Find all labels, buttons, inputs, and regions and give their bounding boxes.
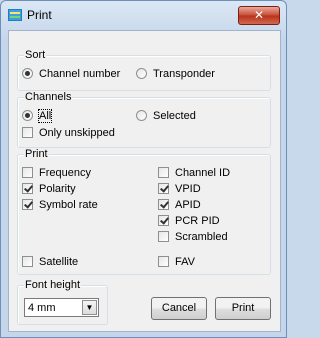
pcr-pid-label: PCR PID [175, 215, 220, 227]
sort-legend: Sort [24, 49, 47, 61]
frequency-label: Frequency [39, 167, 91, 179]
checkbox-indicator [158, 231, 169, 242]
title-bar[interactable]: Print ✕ [1, 1, 286, 29]
only-unskipped-label: Only unskipped [39, 127, 115, 139]
channel-id-label: Channel ID [175, 167, 231, 179]
checkbox-indicator [22, 199, 33, 210]
apid-label: APID [175, 199, 201, 211]
dialog-body: Sort Channel number Transponder Channels… [8, 30, 281, 332]
checkbox-indicator [22, 127, 33, 138]
close-button[interactable]: ✕ [238, 6, 280, 25]
vpid-label: VPID [175, 183, 201, 195]
print-button[interactable]: Print [215, 297, 271, 320]
font-height-legend: Font height [24, 279, 82, 291]
radio-indicator [136, 110, 147, 121]
fav-label: FAV [175, 256, 195, 268]
checkbox-indicator [22, 256, 33, 267]
scrambled-checkbox[interactable]: Scrambled [158, 231, 228, 244]
scrambled-label: Scrambled [175, 231, 228, 243]
checkbox-indicator [22, 167, 33, 178]
vpid-checkbox[interactable]: VPID [158, 183, 201, 196]
sort-group: Sort Channel number Transponder [17, 49, 271, 91]
radio-indicator [136, 68, 147, 79]
window-title: Print [27, 8, 52, 22]
checkbox-indicator [158, 215, 169, 226]
channels-selected-radio[interactable]: Selected [136, 110, 196, 123]
checkbox-indicator [22, 183, 33, 194]
chevron-down-icon[interactable]: ▼ [82, 300, 97, 315]
checkbox-indicator [158, 256, 169, 267]
symbol-rate-checkbox[interactable]: Symbol rate [22, 199, 98, 212]
radio-indicator [22, 110, 33, 121]
frequency-checkbox[interactable]: Frequency [22, 167, 91, 180]
checkbox-indicator [158, 167, 169, 178]
satellite-label: Satellite [39, 256, 79, 268]
channels-all-label: All [37, 109, 53, 123]
channel-id-checkbox[interactable]: Channel ID [158, 167, 230, 180]
channels-selected-label: Selected [153, 110, 196, 122]
sort-channel-number-label: Channel number [39, 68, 121, 80]
pcr-pid-checkbox[interactable]: PCR PID [158, 215, 220, 228]
print-legend: Print [24, 148, 49, 160]
polarity-label: Polarity [39, 183, 76, 195]
channels-group: Channels All Selected Only unskipped [17, 91, 271, 148]
sort-channel-number-radio[interactable]: Channel number [22, 68, 120, 81]
fav-checkbox[interactable]: FAV [158, 256, 195, 269]
print-dialog: Print ✕ Sort Channel number Transponder … [0, 0, 287, 338]
sort-transponder-radio[interactable]: Transponder [136, 68, 215, 81]
font-height-group: Font height 4 mm ▼ [17, 279, 108, 325]
satellite-checkbox[interactable]: Satellite [22, 256, 78, 269]
print-options-group: Print Frequency Polarity Symbol rate Sat… [17, 148, 271, 275]
font-height-select[interactable]: 4 mm ▼ [24, 298, 99, 317]
app-icon [8, 9, 22, 21]
sort-transponder-label: Transponder [153, 68, 215, 80]
cancel-button[interactable]: Cancel [151, 297, 207, 320]
checkbox-indicator [158, 183, 169, 194]
symbol-rate-label: Symbol rate [39, 199, 98, 211]
channels-all-radio[interactable]: All [22, 109, 53, 123]
apid-checkbox[interactable]: APID [158, 199, 201, 212]
font-height-value: 4 mm [28, 302, 56, 314]
only-unskipped-checkbox[interactable]: Only unskipped [22, 127, 115, 140]
polarity-checkbox[interactable]: Polarity [22, 183, 76, 196]
radio-indicator [22, 68, 33, 79]
checkbox-indicator [158, 199, 169, 210]
channels-legend: Channels [24, 91, 73, 103]
close-icon: ✕ [253, 8, 265, 22]
